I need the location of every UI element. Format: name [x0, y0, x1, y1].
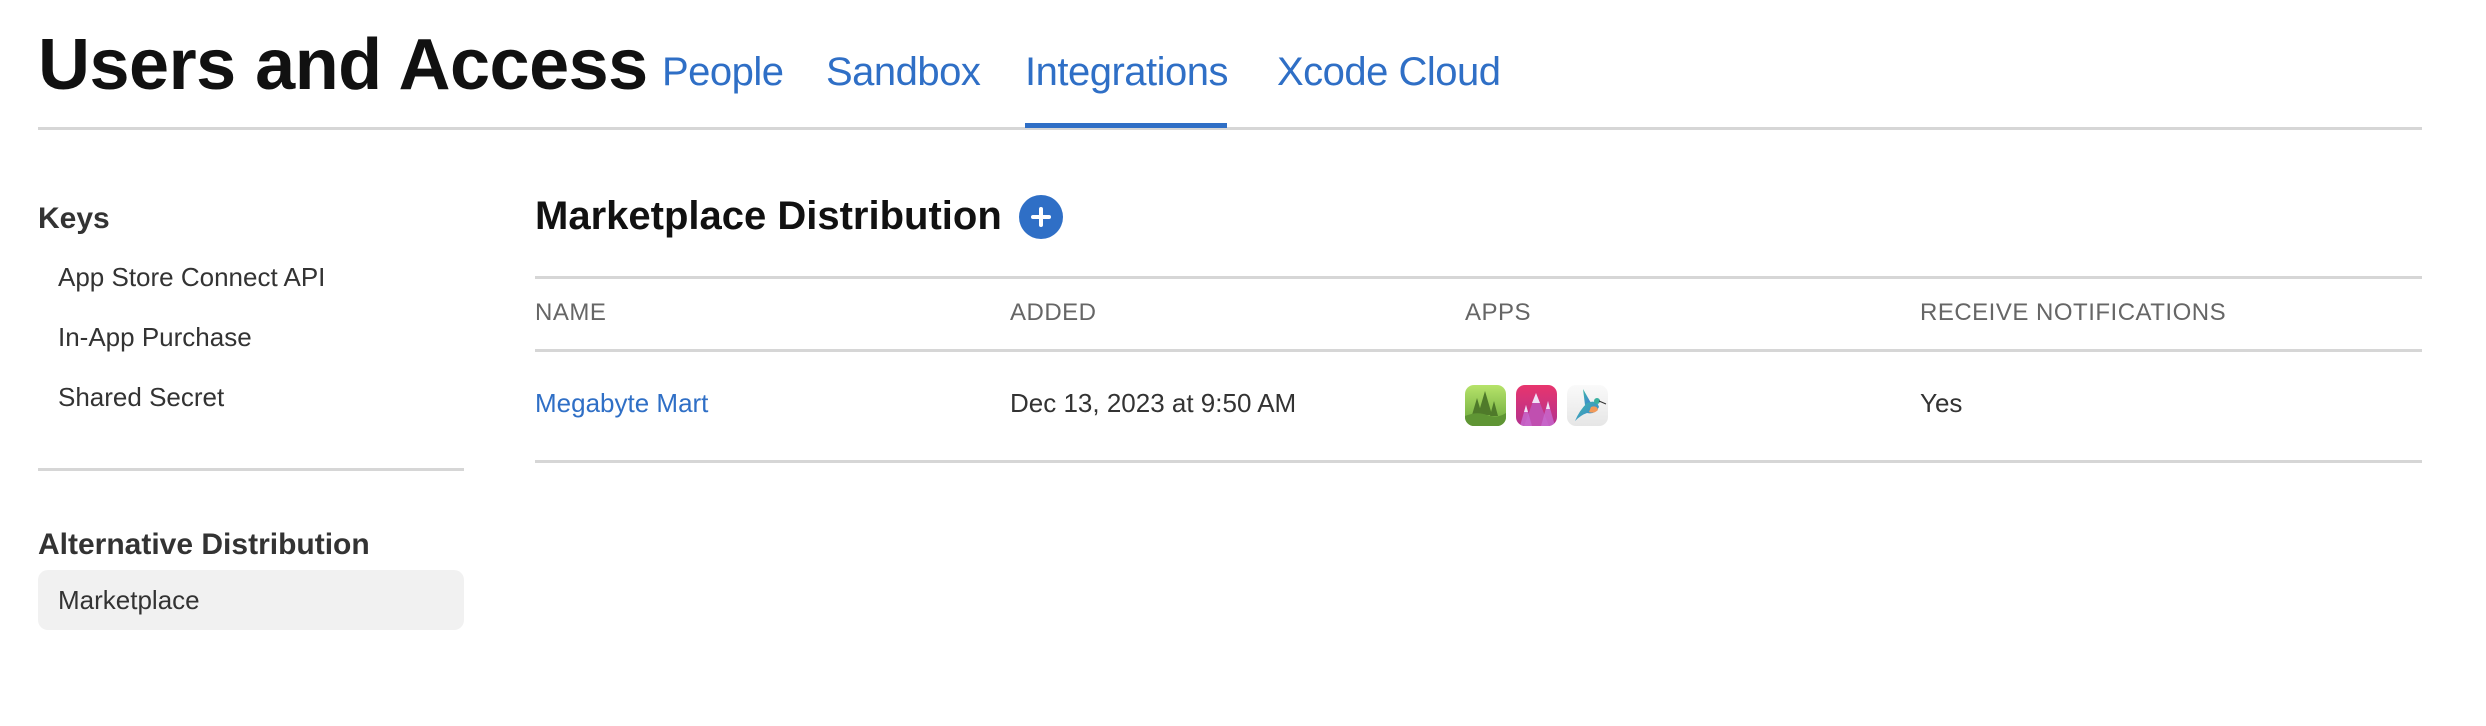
table-row: Megabyte Mart Dec 13, 2023 at 9:50 AM Ye… — [535, 352, 2422, 463]
section-title: Marketplace Distribution — [535, 194, 1002, 238]
sidebar-divider — [38, 468, 464, 471]
table-header: NAME ADDED APPS RECEIVE NOTIFICATIONS — [535, 276, 2422, 352]
mountain-app-icon[interactable] — [1516, 385, 1557, 426]
add-marketplace-button[interactable] — [1019, 195, 1063, 239]
added-date: Dec 13, 2023 at 9:50 AM — [1010, 388, 1297, 418]
sidebar-heading-alternative-distribution: Alternative Distribution — [38, 528, 370, 561]
apps-list — [1465, 385, 1608, 426]
sidebar-item-marketplace[interactable]: Marketplace — [38, 570, 464, 630]
tab-people[interactable]: People — [662, 50, 784, 95]
page-title: Users and Access — [38, 25, 648, 105]
marketplace-name-link[interactable]: Megabyte Mart — [535, 388, 708, 419]
column-header-receive-notifications[interactable]: RECEIVE NOTIFICATIONS — [1920, 299, 2226, 327]
sidebar-item-shared-secret[interactable]: Shared Secret — [38, 367, 464, 427]
marketplace-table: NAME ADDED APPS RECEIVE NOTIFICATIONS Me… — [535, 276, 2422, 463]
column-header-name[interactable]: NAME — [535, 299, 606, 327]
sidebar-item-app-store-connect-api[interactable]: App Store Connect API — [38, 247, 464, 307]
sidebar-item-in-app-purchase[interactable]: In-App Purchase — [38, 307, 464, 367]
column-header-added[interactable]: ADDED — [1010, 299, 1097, 327]
sidebar-heading-keys: Keys — [38, 202, 110, 235]
page-header: Users and Access People Sandbox Integrat… — [38, 0, 2422, 130]
hummingbird-app-icon[interactable] — [1567, 385, 1608, 426]
receive-notifications-value: Yes — [1920, 388, 1963, 418]
tab-integrations[interactable]: Integrations — [1025, 50, 1229, 128]
tab-xcode-cloud[interactable]: Xcode Cloud — [1277, 50, 1501, 95]
tab-sandbox[interactable]: Sandbox — [826, 50, 981, 95]
column-header-apps[interactable]: APPS — [1465, 299, 1531, 327]
forest-app-icon[interactable] — [1465, 385, 1506, 426]
